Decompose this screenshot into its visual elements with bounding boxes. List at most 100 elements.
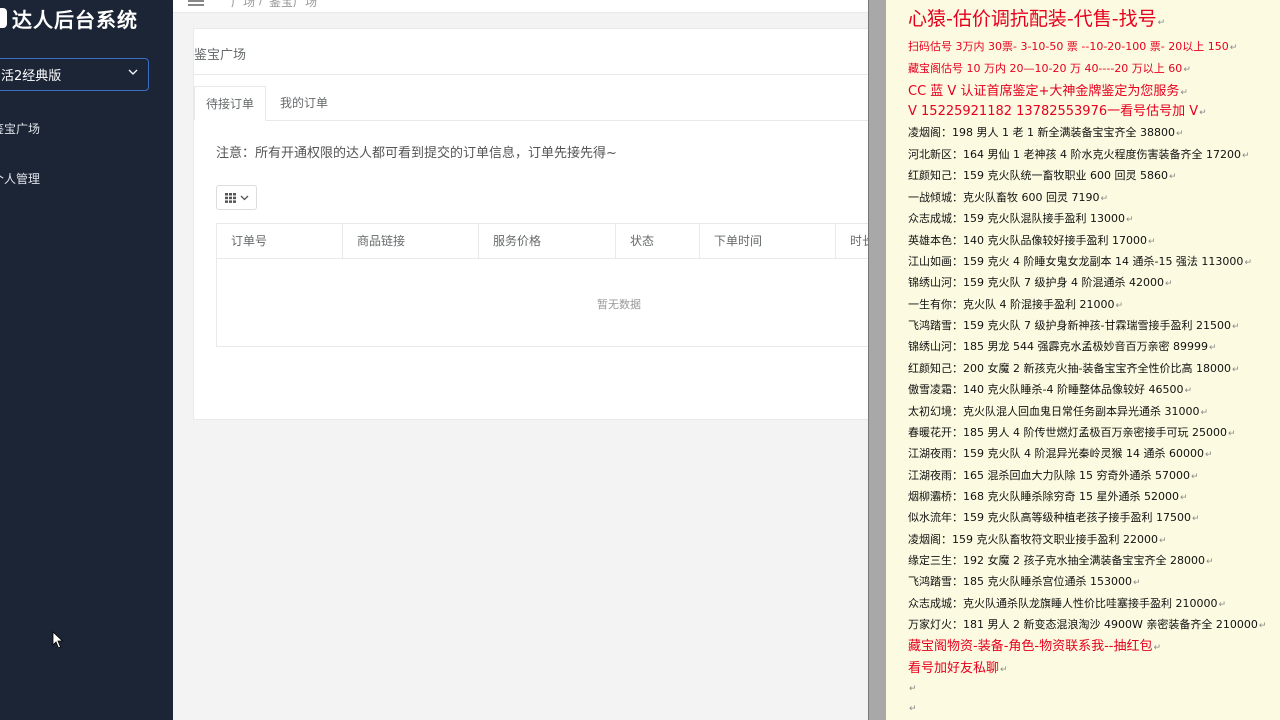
tab-my-orders[interactable]: 我的订单 bbox=[269, 86, 339, 120]
return-mark-icon: ↵ bbox=[1190, 472, 1199, 482]
column-header-service-price[interactable]: 服务价格 bbox=[479, 224, 616, 258]
version-select[interactable]: 活2经典版 bbox=[0, 58, 149, 91]
breadcrumb-separator: / bbox=[259, 0, 264, 7]
return-mark-icon: ↵ bbox=[1164, 279, 1173, 289]
note-line-text: 烟柳灞桥：168 克火队睡杀除穷奇 15 星外通杀 52000 bbox=[908, 490, 1179, 503]
return-mark-icon: ↵ bbox=[1229, 43, 1238, 53]
note-line: 江山如画：159 克火 4 阶睡女鬼女龙副本 14 通杀-15 强法 11300… bbox=[908, 253, 1252, 269]
note-line: 江湖夜雨：159 克火队 4 阶混异光秦岭灵猴 14 通杀 60000↵ bbox=[908, 445, 1213, 461]
note-line-text: 河北新区：164 男仙 1 老神孩 4 阶水克火程度伤害装备齐全 17200 bbox=[908, 148, 1241, 161]
note-line-text: 众志成城：克火队通杀队龙旗睡人性价比哇塞接手盈利 210000 bbox=[908, 597, 1218, 610]
sidebar-item-personal-management[interactable]: 个人管理 bbox=[0, 170, 40, 187]
note-line: ↵ bbox=[908, 681, 917, 694]
return-mark-icon: ↵ bbox=[909, 684, 917, 694]
column-header-product-link[interactable]: 商品链接 bbox=[343, 224, 479, 258]
brand-title: 达人后台系统 bbox=[12, 7, 138, 32]
main-content: 广场 / 鉴宝广场 鉴宝广场 待接订单 我的订单 注意：所有开通权限的达人都可看… bbox=[173, 0, 868, 720]
notice-text: 注意：所有开通权限的达人都可看到提交的订单信息，订单先接先得~ bbox=[216, 146, 617, 161]
return-mark-icon: ↵ bbox=[1147, 237, 1156, 247]
note-line: ↵ bbox=[908, 701, 917, 714]
return-mark-icon: ↵ bbox=[1184, 386, 1192, 396]
logo-icon bbox=[0, 8, 7, 28]
top-bar: 广场 / 鉴宝广场 bbox=[173, 0, 868, 13]
return-mark-icon: ↵ bbox=[1191, 514, 1200, 524]
jianbao-panel: 鉴宝广场 待接订单 我的订单 注意：所有开通权限的达人都可看到提交的订单信息，订… bbox=[193, 28, 868, 420]
return-mark-icon: ↵ bbox=[1000, 665, 1008, 675]
note-line-text: 江山如画：159 克火 4 阶睡女鬼女龙副本 14 通杀-15 强法 11300… bbox=[908, 255, 1244, 268]
column-header-order-no[interactable]: 订单号 bbox=[217, 224, 343, 258]
note-line: 英雄本色：140 克火队品像较好接手盈利 17000↵ bbox=[908, 232, 1156, 248]
return-mark-icon: ↵ bbox=[1231, 365, 1240, 375]
column-header-duration[interactable]: 时长 bbox=[836, 224, 868, 258]
return-mark-icon: ↵ bbox=[1100, 194, 1109, 204]
note-line-text: 江湖夜雨：165 混杀回血大力队除 15 穷奇外通杀 57000 bbox=[908, 469, 1190, 482]
note-line-text: 一战倾城：克火队畜牧 600 回灵 7190 bbox=[908, 191, 1100, 204]
note-line-text: 凌烟阁：159 克火队畜牧符文职业接手盈利 22000 bbox=[908, 533, 1158, 546]
note-line-text: 春暖花开：185 男人 4 阶传世燃灯孟极百万亲密接手可玩 25000 bbox=[908, 426, 1227, 439]
note-line-text: 英雄本色：140 克火队品像较好接手盈利 17000 bbox=[908, 234, 1147, 247]
orders-table: 订单号 商品链接 服务价格 状态 下单时间 时长 暂无数据 bbox=[216, 223, 868, 347]
note-line: 烟柳灞桥：168 克火队睡杀除穷奇 15 星外通杀 52000↵ bbox=[908, 488, 1188, 504]
panel-title: 鉴宝广场 bbox=[194, 48, 247, 63]
note-document: 心猿-估价调抗配装-代售-找号↵ 扫码估号 3万内 30票- 3-10-50 票 … bbox=[886, 0, 1280, 720]
note-line: 众志成城：159 克火队混队接手盈利 13000↵ bbox=[908, 210, 1134, 226]
return-mark-icon: ↵ bbox=[1183, 65, 1191, 75]
breadcrumb-item[interactable]: 广场 bbox=[231, 0, 255, 10]
menu-toggle-icon[interactable] bbox=[188, 0, 204, 6]
column-toggle-button[interactable] bbox=[216, 185, 257, 210]
note-line: 一战倾城：克火队畜牧 600 回灵 7190↵ bbox=[908, 189, 1108, 205]
note-line: 江湖夜雨：165 混杀回血大力队除 15 穷奇外通杀 57000↵ bbox=[908, 467, 1199, 483]
note-line-text: 傲雪凌霜：140 克火队睡杀-4 阶睡整体品像较好 46500 bbox=[908, 383, 1184, 396]
sidebar-item-jianbao-square[interactable]: 鉴宝广场 bbox=[0, 120, 40, 137]
breadcrumb-current: 鉴宝广场 bbox=[269, 0, 318, 9]
table-header: 订单号 商品链接 服务价格 状态 下单时间 时长 bbox=[217, 224, 868, 259]
note-line: 万家灯火：181 男人 2 新变态混浪淘沙 4900W 亲密装备齐全 21000… bbox=[908, 616, 1266, 632]
note-line: 一生有你：克火队 4 阶混接手盈利 21000↵ bbox=[908, 296, 1123, 312]
note-line: 心猿-估价调抗配装-代售-找号↵ bbox=[908, 4, 1165, 31]
note-line-text: 一生有你：克火队 4 阶混接手盈利 21000 bbox=[908, 298, 1115, 311]
return-mark-icon: ↵ bbox=[1244, 258, 1252, 268]
note-line: 飞鸿踏雪：159 克火队 7 级护身新神孩-甘霖瑞雪接手盈利 21500↵ bbox=[908, 317, 1240, 333]
return-mark-icon: ↵ bbox=[1179, 493, 1188, 503]
note-line-text: 看号加好友私聊 bbox=[908, 661, 1000, 676]
note-line: 看号加好友私聊↵ bbox=[908, 657, 1008, 676]
return-mark-icon: ↵ bbox=[1218, 600, 1227, 610]
note-line-text: 红颜知己：200 女魔 2 新孩克火抽-装备宝宝齐全性价比高 18000 bbox=[908, 362, 1231, 375]
column-header-order-time[interactable]: 下单时间 bbox=[700, 224, 836, 258]
note-line-text: 凌烟阁：198 男人 1 老 1 新全满装备宝宝齐全 38800 bbox=[908, 126, 1175, 139]
note-line: 红颜知己：200 女魔 2 新孩克火抽-装备宝宝齐全性价比高 18000↵ bbox=[908, 360, 1240, 376]
return-mark-icon: ↵ bbox=[1241, 151, 1250, 161]
divider bbox=[194, 74, 868, 75]
sidebar: 达人后台系统 活2经典版 鉴宝广场 个人管理 bbox=[0, 0, 173, 720]
note-line-text: 飞鸿踏雪：159 克火队 7 级护身新神孩-甘霖瑞雪接手盈利 21500 bbox=[908, 319, 1231, 332]
note-line-text: 众志成城：159 克火队混队接手盈利 13000 bbox=[908, 212, 1125, 225]
note-line-text: 缘定三生：192 女魔 2 孩子克水抽全满装备宝宝齐全 28000 bbox=[908, 554, 1205, 567]
note-line: 傲雪凌霜：140 克火队睡杀-4 阶睡整体品像较好 46500↵ bbox=[908, 381, 1192, 397]
return-mark-icon: ↵ bbox=[1200, 408, 1209, 418]
note-line: 太初幻境：克火队混人回血鬼日常任务副本异光通杀 31000↵ bbox=[908, 403, 1208, 419]
column-header-status[interactable]: 状态 bbox=[616, 224, 700, 258]
return-mark-icon: ↵ bbox=[1175, 129, 1184, 139]
return-mark-icon: ↵ bbox=[1199, 108, 1207, 118]
tab-pending-orders[interactable]: 待接订单 bbox=[194, 86, 267, 121]
note-line: 缘定三生：192 女魔 2 孩子克水抽全满装备宝宝齐全 28000↵ bbox=[908, 552, 1214, 568]
tab-bar: 待接订单 我的订单 bbox=[194, 86, 868, 121]
note-line-text: 飞鸿踏雪：185 克火队睡杀宫位通杀 153000 bbox=[908, 575, 1132, 588]
note-line-text: 藏宝阁物资-装备-角色-物资联系我--抽红包 bbox=[908, 639, 1153, 654]
return-mark-icon: ↵ bbox=[1153, 643, 1162, 653]
window-scrollbar[interactable] bbox=[868, 0, 886, 720]
note-line-text: 锦绣山河：159 克火队 7 级护身 4 阶混通杀 42000 bbox=[908, 276, 1164, 289]
return-mark-icon: ↵ bbox=[1208, 343, 1217, 353]
note-line-text: CC 蓝 V 认证首席鉴定+大神金牌鉴定为您服务 bbox=[908, 84, 1180, 99]
note-line: 红颜知己：159 克火队统一畜牧职业 600 回灵 5860↵ bbox=[908, 167, 1177, 183]
return-mark-icon: ↵ bbox=[1180, 88, 1188, 98]
return-mark-icon: ↵ bbox=[1125, 215, 1134, 225]
note-line: 扫码估号 3万内 30票- 3-10-50 票 --10-20-100 票- 2… bbox=[908, 38, 1237, 54]
note-line: 锦绣山河：185 男龙 544 强霹克水孟极妙音百万亲密 89999↵ bbox=[908, 338, 1217, 354]
note-line: V 15225921182 13782553976一看号估号加 V↵ bbox=[908, 100, 1207, 119]
note-line-text: 似水流年：159 克火队高等级种植老孩子接手盈利 17500 bbox=[908, 511, 1191, 524]
chevron-down-icon bbox=[240, 195, 248, 200]
return-mark-icon: ↵ bbox=[1205, 557, 1214, 567]
note-line: 河北新区：164 男仙 1 老神孩 4 阶水克火程度伤害装备齐全 17200↵ bbox=[908, 146, 1250, 162]
sidebar-item-label: 个人管理 bbox=[0, 172, 41, 186]
